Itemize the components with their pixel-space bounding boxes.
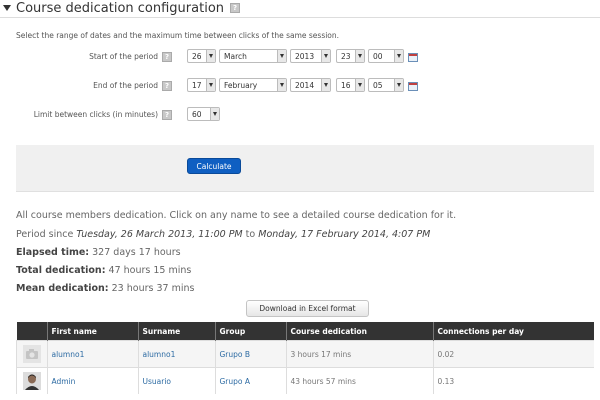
surname-link[interactable]: alumno1: [143, 350, 176, 359]
start-month-select[interactable]: March: [219, 49, 287, 63]
chevron-down-icon: [394, 50, 403, 62]
chevron-down-icon: [355, 79, 364, 91]
help-icon[interactable]: ?: [162, 52, 172, 62]
start-day-select[interactable]: 26: [187, 49, 216, 63]
connections-per-day-value: 0.02: [432, 340, 594, 368]
chevron-down-icon: [321, 79, 330, 91]
start-minute-select[interactable]: 00: [368, 49, 404, 63]
period-text: Period since Tuesday, 26 March 2013, 11:…: [16, 229, 431, 240]
chevron-down-icon: [394, 79, 403, 91]
end-hour-select[interactable]: 16: [336, 78, 365, 92]
column-header-surname[interactable]: Surname: [137, 322, 215, 341]
calculate-button[interactable]: Calculate: [187, 158, 241, 174]
column-header-group[interactable]: Group: [214, 322, 286, 341]
section-legend[interactable]: Course dedication configuration ?: [2, 0, 241, 16]
course-dedication-value: 3 hours 17 mins: [285, 340, 433, 368]
default-avatar-icon[interactable]: [22, 345, 41, 363]
first-name-link[interactable]: Admin: [52, 377, 76, 386]
chevron-down-icon: [321, 50, 330, 62]
user-avatar-icon[interactable]: [22, 372, 41, 390]
end-year-select[interactable]: 2014: [290, 78, 331, 92]
chevron-down-icon: [206, 79, 215, 91]
help-icon[interactable]: ?: [162, 110, 172, 120]
end-day-select[interactable]: 17: [187, 78, 216, 92]
connections-per-day-value: 0.13: [432, 367, 594, 394]
end-minute-select[interactable]: 05: [368, 78, 404, 92]
chevron-down-icon: [277, 79, 286, 91]
calendar-icon[interactable]: [408, 53, 418, 62]
period-end: Monday, 17 February 2014, 4:07 PM: [258, 229, 431, 240]
start-period-label: Start of the period?: [16, 52, 172, 62]
group-link[interactable]: Grupo B: [220, 350, 251, 359]
chevron-down-icon: [355, 50, 364, 62]
download-excel-button[interactable]: Download in Excel format: [246, 300, 369, 317]
avatar-cell: [16, 367, 47, 394]
section-title: Course dedication configuration: [16, 0, 225, 16]
column-header-first-name[interactable]: First name: [46, 322, 138, 341]
surname-link[interactable]: Usuario: [143, 377, 172, 386]
dedication-table: First name Surname Group Course dedicati…: [16, 322, 594, 394]
column-header-avatar: [16, 322, 47, 341]
instructions-text: Select the range of dates and the maximu…: [16, 31, 340, 40]
chevron-down-icon: [210, 108, 219, 120]
course-dedication-value: 43 hours 57 mins: [285, 367, 433, 394]
start-hour-select[interactable]: 23: [336, 49, 365, 63]
period-start: Tuesday, 26 March 2013, 11:00 PM: [76, 229, 243, 240]
calendar-icon[interactable]: [408, 82, 418, 91]
limit-label: Limit between clicks (in minutes)?: [16, 110, 172, 120]
total-dedication: Total dedication: 47 hours 15 mins: [16, 265, 192, 276]
help-icon[interactable]: ?: [162, 81, 172, 91]
group-link[interactable]: Grupo A: [220, 377, 251, 386]
summary-intro: All course members dedication. Click on …: [16, 210, 457, 221]
avatar-cell: [16, 340, 47, 368]
first-name-link[interactable]: alumno1: [52, 350, 85, 359]
collapse-toggle-icon[interactable]: [2, 4, 11, 13]
elapsed-time: Elapsed time: 327 days 17 hours: [16, 247, 181, 258]
mean-dedication: Mean dedication: 23 hours 37 mins: [16, 283, 195, 294]
column-header-course-dedication[interactable]: Course dedication: [285, 322, 433, 341]
table-row: Admin Usuario Grupo A 43 hours 57 mins 0…: [16, 367, 594, 394]
form-actions-area: [16, 145, 594, 191]
help-icon[interactable]: ?: [230, 3, 241, 13]
form-divider: [16, 191, 594, 192]
column-header-connections-per-day[interactable]: Connections per day: [432, 322, 594, 341]
limit-select[interactable]: 60: [187, 107, 220, 121]
chevron-down-icon: [206, 50, 215, 62]
end-month-select[interactable]: February: [219, 78, 287, 92]
end-period-label: End of the period?: [16, 81, 172, 91]
chevron-down-icon: [277, 50, 286, 62]
table-header-row: First name Surname Group Course dedicati…: [16, 322, 594, 341]
legend-divider: [0, 17, 600, 18]
table-row: alumno1 alumno1 Grupo B 3 hours 17 mins …: [16, 340, 594, 368]
start-year-select[interactable]: 2013: [290, 49, 331, 63]
